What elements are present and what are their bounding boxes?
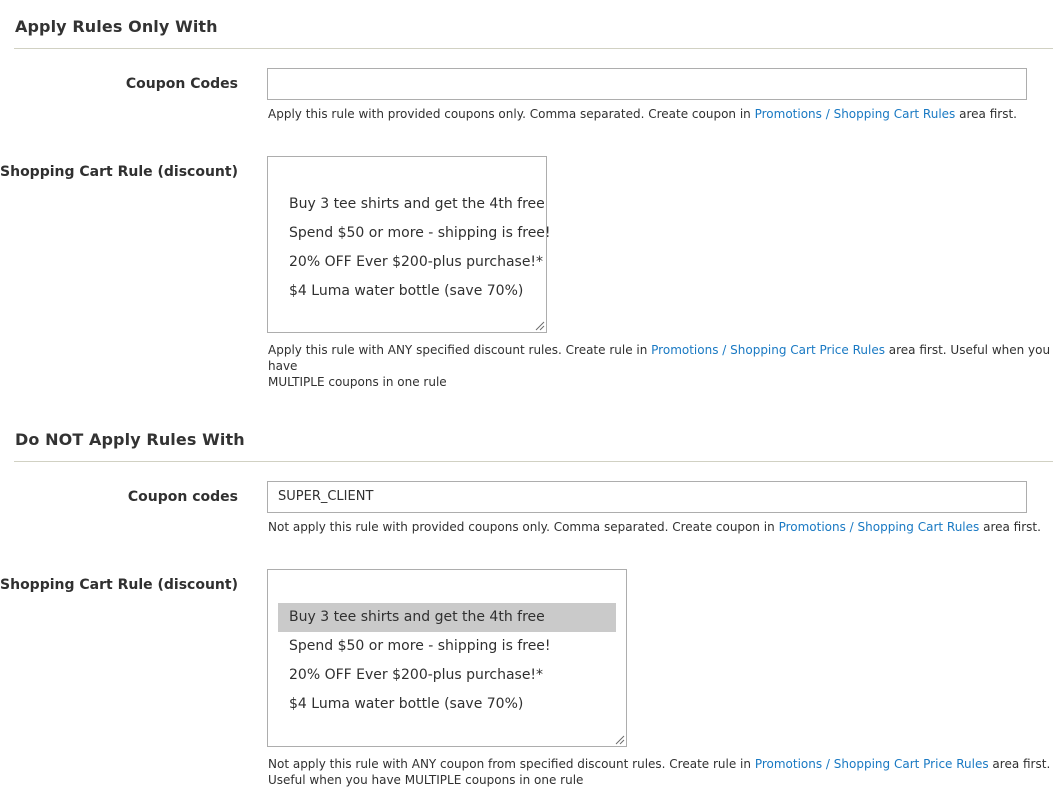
note-text: MULTIPLE coupons in one rule bbox=[268, 375, 447, 389]
promotions-cart-price-rules-link[interactable]: Promotions / Shopping Cart Price Rules bbox=[755, 757, 989, 771]
option-list: Buy 3 tee shirts and get the 4th free Spe… bbox=[278, 190, 551, 306]
note-text: area first. bbox=[979, 520, 1041, 534]
note-text: Apply this rule with ANY specified disco… bbox=[268, 343, 652, 357]
promotions-cart-rules-link[interactable]: Promotions / Shopping Cart Rules bbox=[755, 107, 956, 121]
exclude-shopping-cart-rule-label: Shopping Cart Rule (discount) bbox=[0, 577, 238, 593]
rule-option[interactable]: 20% OFF Ever $200-plus purchase!* bbox=[278, 248, 543, 277]
note-text: Not apply this rule with ANY coupon from… bbox=[268, 757, 755, 771]
section-divider bbox=[14, 461, 1053, 462]
exclude-shopping-cart-rule-note: Not apply this rule with ANY coupon from… bbox=[268, 756, 1050, 788]
shopping-cart-rule-multiselect[interactable]: Buy 3 tee shirts and get the 4th free Spe… bbox=[267, 156, 551, 333]
coupon-codes-input[interactable] bbox=[267, 68, 1027, 100]
rule-option[interactable]: 20% OFF Ever $200-plus purchase!* bbox=[278, 661, 616, 690]
option-list: Buy 3 tee shirts and get the 4th free Spe… bbox=[278, 603, 616, 719]
resize-handle-icon[interactable] bbox=[615, 735, 625, 745]
section-title-apply-only: Apply Rules Only With bbox=[15, 17, 218, 36]
section-divider bbox=[14, 48, 1053, 49]
rule-option[interactable]: $4 Luma water bottle (save 70%) bbox=[278, 277, 536, 306]
shopping-cart-rule-note: Apply this rule with ANY specified disco… bbox=[268, 342, 1053, 390]
promotions-cart-price-rules-link[interactable]: Promotions / Shopping Cart Price Rules bbox=[651, 343, 885, 357]
coupon-codes-note: Apply this rule with provided coupons on… bbox=[268, 106, 1017, 122]
rule-option[interactable]: $4 Luma water bottle (save 70%) bbox=[278, 690, 616, 719]
note-text: Apply this rule with provided coupons on… bbox=[268, 107, 755, 121]
note-text: Useful when you have MULTIPLE coupons in… bbox=[268, 773, 584, 787]
rule-option[interactable]: Buy 3 tee shirts and get the 4th free bbox=[278, 603, 616, 632]
rule-option[interactable]: Spend $50 or more - shipping is free! bbox=[278, 219, 551, 248]
coupon-codes-label: Coupon Codes bbox=[125, 76, 238, 92]
note-text: Not apply this rule with provided coupon… bbox=[268, 520, 779, 534]
note-text: area first. bbox=[955, 107, 1017, 121]
exclude-shopping-cart-rule-multiselect[interactable]: Buy 3 tee shirts and get the 4th free Spe… bbox=[267, 569, 627, 747]
resize-handle-icon[interactable] bbox=[535, 321, 545, 331]
exclude-coupon-codes-label: Coupon codes bbox=[127, 489, 238, 505]
exclude-coupon-codes-note: Not apply this rule with provided coupon… bbox=[268, 519, 1041, 535]
section-title-do-not-apply: Do NOT Apply Rules With bbox=[15, 430, 245, 449]
promotions-cart-rules-link[interactable]: Promotions / Shopping Cart Rules bbox=[779, 520, 980, 534]
note-text: area first. bbox=[988, 757, 1051, 771]
rule-option[interactable]: Spend $50 or more - shipping is free! bbox=[278, 632, 616, 661]
rule-option[interactable]: Buy 3 tee shirts and get the 4th free bbox=[278, 190, 545, 219]
shopping-cart-rule-label: Shopping Cart Rule (discount) bbox=[0, 164, 238, 180]
exclude-coupon-codes-input[interactable]: SUPER_CLIENT bbox=[267, 481, 1027, 513]
